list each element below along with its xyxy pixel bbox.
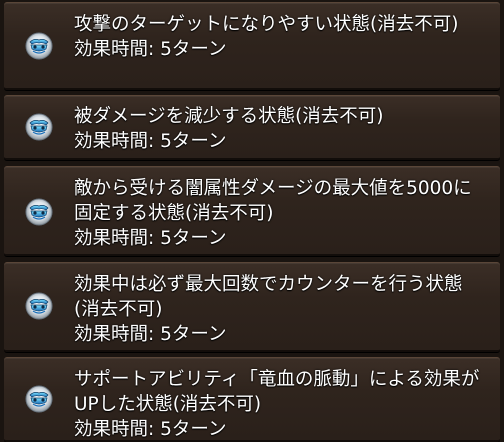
status-effect-duration: 効果時間: 5ターン: [74, 324, 227, 345]
status-effect-duration: 効果時間: 5ターン: [74, 228, 227, 249]
status-effect-list: 攻撃のターゲットになりやすい状態(消去不可) 効果時間: 5ターン 被ダメージを…: [0, 0, 504, 442]
shield-buff-icon: [24, 291, 54, 321]
status-effect-row: 被ダメージを減少する状態(消去不可) 効果時間: 5ターン: [4, 95, 500, 160]
status-effect-text: 敵から受ける闇属性ダメージの最大値を5000に固定する状態(消去不可) 効果時間…: [74, 176, 486, 251]
shield-buff-icon: [24, 197, 54, 227]
status-effect-row: サポートアビリティ「竜血の脈動」による効果がUPした状態(消去不可) 効果時間:…: [4, 357, 500, 442]
status-effect-row: 効果中は必ず最大回数でカウンターを行う状態(消去不可) 効果時間: 5ターン: [4, 262, 500, 352]
status-effect-duration: 効果時間: 5ターン: [74, 131, 227, 152]
status-effect-description: 攻撃のターゲットになりやすい状態(消去不可): [74, 14, 459, 35]
status-effect-duration: 効果時間: 5ターン: [74, 419, 227, 440]
status-effect-row: 敵から受ける闇属性ダメージの最大値を5000に固定する状態(消去不可) 効果時間…: [4, 166, 500, 256]
status-effect-text: 被ダメージを減少する状態(消去不可) 効果時間: 5ターン: [74, 104, 486, 154]
status-effect-text: 効果中は必ず最大回数でカウンターを行う状態(消去不可) 効果時間: 5ターン: [74, 272, 486, 347]
status-effect-text: 攻撃のターゲットになりやすい状態(消去不可) 効果時間: 5ターン: [74, 12, 486, 62]
status-effect-description: サポートアビリティ「竜血の脈動」による効果がUPした状態(消去不可): [74, 369, 480, 415]
shield-buff-icon: [24, 384, 54, 414]
status-effect-row: 攻撃のターゲットになりやすい状態(消去不可) 効果時間: 5ターン: [4, 2, 500, 90]
status-effect-duration: 効果時間: 5ターン: [74, 39, 227, 60]
shield-buff-icon: [24, 112, 54, 142]
status-effect-description: 効果中は必ず最大回数でカウンターを行う状態(消去不可): [74, 274, 463, 320]
status-effect-text: サポートアビリティ「竜血の脈動」による効果がUPした状態(消去不可) 効果時間:…: [74, 367, 486, 442]
status-effect-description: 敵から受ける闇属性ダメージの最大値を5000に固定する状態(消去不可): [74, 178, 472, 224]
status-effect-description: 被ダメージを減少する状態(消去不可): [74, 106, 384, 127]
shield-buff-icon: [24, 31, 54, 61]
